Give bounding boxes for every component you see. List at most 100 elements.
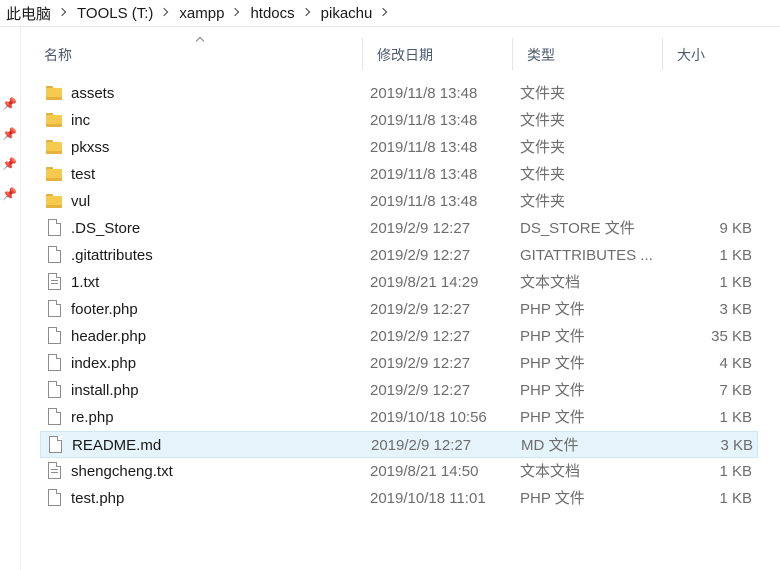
file-row[interactable]: vul 2019/11/8 13:48 文件夹 [40,188,758,215]
pin-icon[interactable]: 📌 [2,157,17,171]
column-header-name[interactable]: 名称 [30,38,362,70]
folder-icon [46,113,62,127]
file-size: 1 KB [719,463,752,480]
file-name: header.php [71,328,147,345]
file-name: inc [71,112,91,129]
modified-date: 2019/10/18 11:01 [370,490,486,507]
file-row[interactable]: re.php 2019/10/18 10:56 PHP 文件 1 KB [40,404,758,431]
pin-icon[interactable]: 📌 [2,97,17,111]
folder-icon [46,140,62,154]
file-row[interactable]: header.php 2019/2/9 12:27 PHP 文件 35 KB [40,323,758,350]
file-size: 4 KB [719,355,752,372]
breadcrumb-htdocs[interactable]: htdocs [246,5,298,22]
file-row[interactable]: shengcheng.txt 2019/8/21 14:50 文本文档 1 KB [40,458,758,485]
file-icon [48,354,61,371]
file-row[interactable]: 1.txt 2019/8/21 14:29 文本文档 1 KB [40,269,758,296]
file-type: 文本文档 [520,274,581,291]
file-size: 1 KB [719,409,752,426]
file-size [660,161,752,188]
file-type: 文本文档 [520,463,581,480]
modified-date: 2019/8/21 14:29 [370,274,479,291]
text-file-icon [48,462,61,479]
file-type: PHP 文件 [520,355,585,372]
file-name: footer.php [71,301,138,318]
modified-date: 2019/11/8 13:48 [370,166,478,183]
file-icon [48,381,61,398]
file-row[interactable]: test.php 2019/10/18 11:01 PHP 文件 1 KB [40,485,758,512]
column-header-type[interactable]: 类型 [512,38,662,70]
chevron-right-icon[interactable] [303,9,311,17]
file-row[interactable]: inc 2019/11/8 13:48 文件夹 [40,107,758,134]
file-type: PHP 文件 [520,409,585,426]
chevron-right-icon[interactable] [161,9,169,17]
pin-icon[interactable]: 📌 [2,127,17,141]
file-icon [48,219,61,236]
file-icon [48,300,61,317]
breadcrumb-tools-drive[interactable]: TOOLS (T:) [73,5,157,22]
file-row[interactable]: test 2019/11/8 13:48 文件夹 [40,161,758,188]
chevron-right-icon[interactable] [232,9,240,17]
file-row[interactable]: footer.php 2019/2/9 12:27 PHP 文件 3 KB [40,296,758,323]
file-size [660,80,752,107]
file-icon [48,408,61,425]
modified-date: 2019/2/9 12:27 [370,220,471,237]
text-file-icon [48,273,61,290]
modified-date: 2019/8/21 14:50 [370,463,479,480]
file-type: DS_STORE 文件 [520,220,635,237]
file-name: pkxss [71,139,110,156]
file-name: vul [71,193,91,210]
file-type: 文件夹 [520,166,566,183]
file-type: GITATTRIBUTES ... [520,247,653,264]
file-icon [48,489,61,506]
file-type: PHP 文件 [520,490,585,507]
file-row[interactable]: install.php 2019/2/9 12:27 PHP 文件 7 KB [40,377,758,404]
file-name: .gitattributes [71,247,153,264]
file-row[interactable]: index.php 2019/2/9 12:27 PHP 文件 4 KB [40,350,758,377]
modified-date: 2019/10/18 10:56 [370,409,487,426]
file-icon [48,246,61,263]
file-size: 1 KB [719,274,752,291]
file-type: 文件夹 [520,112,566,129]
file-row[interactable]: README.md 2019/2/9 12:27 MD 文件 3 KB [40,431,758,458]
file-name: test.php [71,490,125,507]
chevron-right-icon[interactable] [59,9,67,17]
file-size: 3 KB [719,301,752,318]
file-size: 7 KB [719,382,752,399]
file-size: 9 KB [719,220,752,237]
file-size [660,107,752,134]
pin-icon[interactable]: 📌 [2,187,17,201]
file-type: PHP 文件 [520,382,585,399]
file-row[interactable]: assets 2019/11/8 13:48 文件夹 [40,80,758,107]
file-size [660,134,752,161]
breadcrumb-xampp[interactable]: xampp [175,5,228,22]
breadcrumb-pikachu[interactable]: pikachu [317,5,377,22]
file-row[interactable]: .gitattributes 2019/2/9 12:27 GITATTRIBUTE… [40,242,758,269]
address-breadcrumb: 此电脑 TOOLS (T:) xampp htdocs pikachu [0,0,780,26]
file-type: 文件夹 [520,193,566,210]
file-type: 文件夹 [520,85,566,102]
modified-date: 2019/2/9 12:27 [371,437,472,454]
folder-icon [46,86,62,100]
file-name: assets [71,85,115,102]
file-size: 1 KB [719,490,752,507]
file-row[interactable]: pkxss 2019/11/8 13:48 文件夹 [40,134,758,161]
file-row[interactable]: .DS_Store 2019/2/9 12:27 DS_STORE 文件 9 KB [40,215,758,242]
file-size: 1 KB [719,247,752,264]
column-header: 名称 修改日期 类型 大小 [30,38,780,70]
file-icon [49,436,62,453]
modified-date: 2019/11/8 13:48 [370,193,478,210]
file-type: PHP 文件 [520,301,585,318]
modified-date: 2019/2/9 12:27 [370,355,471,372]
file-name: .DS_Store [71,220,141,237]
file-name: test [71,166,96,183]
navigation-pane-strip: 📌 📌 📌 📌 [0,27,21,570]
file-name: README.md [72,437,162,454]
file-name: shengcheng.txt [71,463,173,480]
chevron-right-icon[interactable] [380,9,388,17]
breadcrumb-this-pc[interactable]: 此电脑 [0,3,55,24]
column-header-size[interactable]: 大小 [662,38,780,70]
modified-date: 2019/11/8 13:48 [370,85,478,102]
file-size: 3 KB [720,437,753,454]
column-header-date[interactable]: 修改日期 [362,38,512,70]
modified-date: 2019/2/9 12:27 [370,328,471,345]
